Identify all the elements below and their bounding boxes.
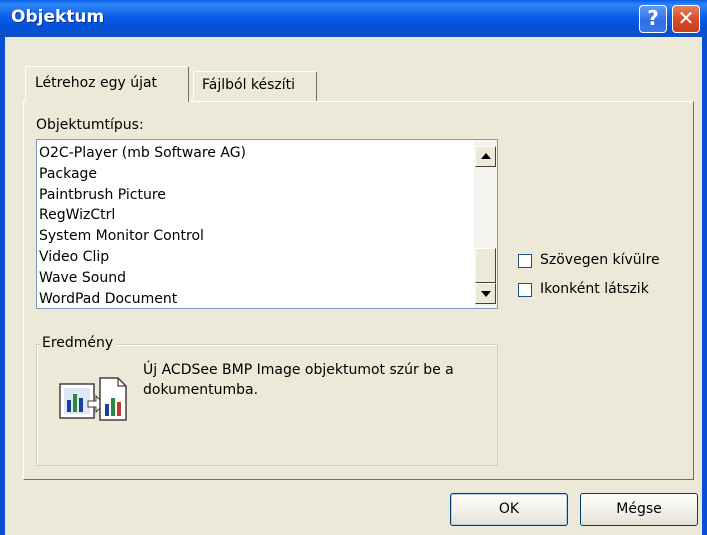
window-frame-left bbox=[0, 37, 5, 535]
window-frame-right bbox=[702, 37, 707, 535]
arrow-up-icon bbox=[481, 153, 491, 159]
display-outside-checkbox[interactable] bbox=[518, 254, 532, 268]
scroll-thumb[interactable] bbox=[475, 248, 496, 283]
scroll-up-button[interactable] bbox=[475, 146, 496, 167]
tab-from-file[interactable]: Fájlból készíti bbox=[193, 71, 317, 101]
list-item[interactable]: Paintbrush Picture bbox=[39, 185, 473, 206]
show-as-icon-label[interactable]: Ikonként látszik bbox=[540, 281, 649, 297]
help-icon[interactable]: ? bbox=[639, 5, 667, 33]
result-description: Új ACDSee BMP Image objektumot szúr be a… bbox=[143, 362, 454, 398]
list-item[interactable]: Wave Sound bbox=[39, 268, 473, 289]
list-item[interactable]: O2C-Player (mb Software AG) bbox=[39, 143, 473, 164]
cancel-button[interactable]: Mégse bbox=[580, 493, 698, 526]
list-item[interactable]: RegWizCtrl bbox=[39, 205, 473, 226]
object-dialog: Objektum ? ✕ Létrehoz egy újat Fájlból k… bbox=[0, 0, 707, 535]
title-bar[interactable]: Objektum ? ✕ bbox=[0, 0, 707, 37]
tab-create-new-label: Létrehoz egy újat bbox=[35, 75, 158, 91]
tab-from-file-label: Fájlból készíti bbox=[202, 77, 296, 93]
list-item[interactable]: System Monitor Control bbox=[39, 226, 473, 247]
list-item[interactable]: WordPad Document bbox=[39, 289, 473, 310]
object-type-list[interactable]: O2C-Player (mb Software AG) Package Pain… bbox=[36, 139, 498, 309]
list-item[interactable]: Video Clip bbox=[39, 247, 473, 268]
list-item[interactable]: Package bbox=[39, 164, 473, 185]
result-group-title: Eredmény bbox=[40, 335, 116, 351]
object-type-label: Objektumtípus: bbox=[36, 117, 144, 133]
close-icon[interactable]: ✕ bbox=[672, 5, 700, 33]
insert-object-icon bbox=[59, 377, 127, 421]
show-as-icon-checkbox[interactable] bbox=[518, 283, 532, 297]
window-title: Objektum bbox=[11, 7, 105, 27]
display-outside-label[interactable]: Szövegen kívülre bbox=[540, 252, 660, 268]
arrow-down-icon bbox=[481, 291, 491, 297]
scroll-down-button[interactable] bbox=[475, 283, 496, 304]
ok-button[interactable]: OK bbox=[450, 493, 568, 526]
list-scrollbar[interactable] bbox=[474, 140, 497, 308]
tab-create-new[interactable]: Létrehoz egy újat bbox=[25, 66, 189, 102]
